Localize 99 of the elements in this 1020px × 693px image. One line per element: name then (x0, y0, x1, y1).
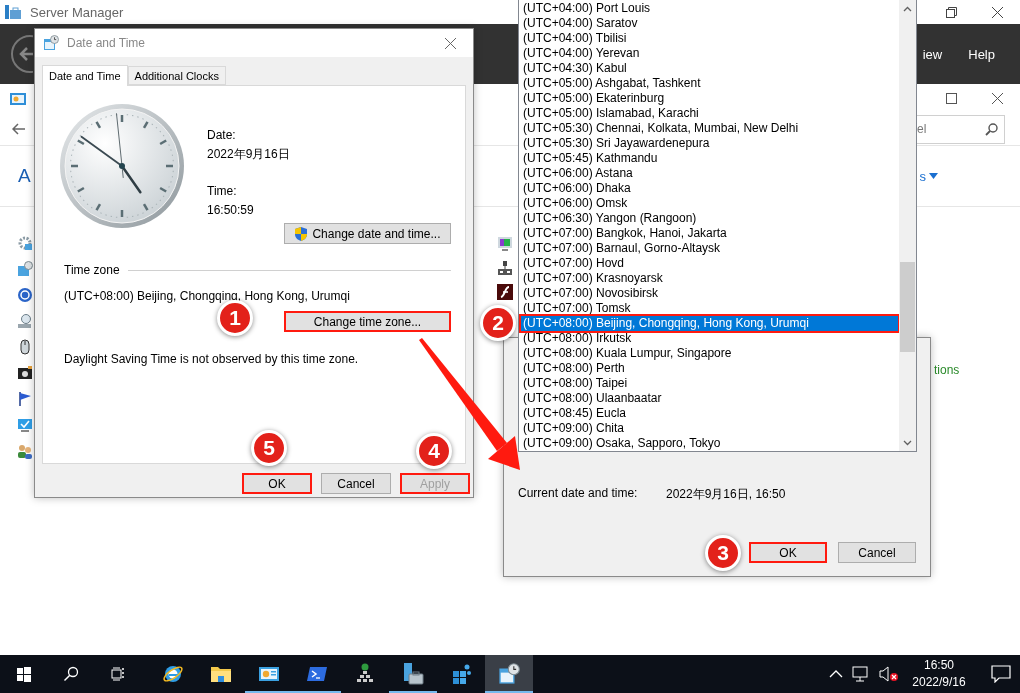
dialog-button[interactable]: OK (242, 473, 312, 494)
dialog-button[interactable]: Cancel (838, 542, 916, 563)
dialog-title: Date and Time (67, 36, 146, 50)
page-heading: A (18, 165, 31, 187)
flag-icon (17, 391, 33, 407)
task-view-icon (109, 666, 126, 682)
menu-item[interactable]: Help (955, 46, 1008, 62)
user-search-icon (17, 313, 33, 329)
dst-note: Daylight Saving Time is not observed by this time zone. (63, 351, 360, 367)
browser-e-icon (162, 663, 184, 685)
gear-icon (17, 235, 33, 251)
scrollbar-thumb[interactable] (900, 262, 915, 352)
taskbar-clock[interactable]: 16:50 2022/9/16 (908, 657, 970, 691)
current-time-value: 2022年9月16日, 16:50 (666, 486, 786, 503)
folder-icon (210, 664, 232, 684)
list-item[interactable]: (UTC+08:00) Kuala Lumpur, Singapore (521, 346, 898, 361)
close-icon[interactable] (444, 37, 456, 49)
list-item[interactable]: (UTC+06:30) Yangon (Rangoon) (521, 211, 898, 226)
control-panel-icon (258, 665, 280, 683)
list-item[interactable]: (UTC+05:00) Islamabad, Karachi (521, 106, 898, 121)
list-item[interactable]: (UTC+08:00) Ulaanbaatar (521, 391, 898, 406)
calendar-clock-icon (43, 35, 59, 51)
taskbar-button[interactable] (485, 655, 533, 693)
back-arrow-icon (12, 123, 26, 135)
list-item[interactable]: (UTC+07:00) Bangkok, Hanoi, Jakarta (521, 226, 898, 241)
list-item[interactable]: (UTC+04:00) Yerevan (521, 46, 898, 61)
list-item[interactable]: (UTC+08:45) Eucla (521, 406, 898, 421)
list-item[interactable]: (UTC+06:00) Dhaka (521, 181, 898, 196)
time-value: 16:50:59 (207, 202, 255, 218)
server-toolbox-icon (402, 662, 424, 686)
list-item[interactable]: (UTC+07:00) Tomsk (521, 301, 898, 316)
search-icon (985, 122, 998, 136)
list-item[interactable]: (UTC+04:30) Kabul (521, 61, 898, 76)
list-item[interactable]: (UTC+07:00) Novosibirsk (521, 286, 898, 301)
list-item[interactable]: (UTC+07:00) Krasnoyarsk (521, 271, 898, 286)
terminal-icon (306, 665, 328, 683)
list-item[interactable]: (UTC+08:00) Perth (521, 361, 898, 376)
list-item[interactable]: (UTC+06:00) Omsk (521, 196, 898, 211)
shield-icon (294, 225, 309, 242)
list-item[interactable]: (UTC+04:00) Port Louis (521, 1, 898, 16)
dialog-button[interactable]: Cancel (321, 473, 391, 494)
windows-logo-icon (15, 666, 32, 682)
list-item[interactable]: (UTC+08:00) Beijing, Chongqing, Hong Kong, Urumqi (521, 316, 898, 331)
camera-icon (17, 365, 33, 381)
dialog-button[interactable]: OK (749, 542, 827, 563)
notification-icon (991, 665, 1011, 683)
list-item[interactable]: (UTC+09:00) Chita (521, 421, 898, 436)
list-item[interactable]: (UTC+08:00) Irkutsk (521, 331, 898, 346)
back-button[interactable] (10, 34, 33, 74)
speaker-muted-icon (879, 666, 899, 682)
list-item[interactable]: (UTC+05:00) Ekaterinburg (521, 91, 898, 106)
menu-item[interactable]: iew (919, 46, 956, 62)
section-heading: Time zone (64, 263, 120, 277)
list-item[interactable]: (UTC+08:00) Taipei (521, 376, 898, 391)
time-label: Time: (207, 183, 238, 199)
list-item[interactable]: (UTC+04:00) Saratov (521, 16, 898, 31)
server-manager-icon (4, 4, 22, 20)
calendar-clock-icon[interactable] (498, 663, 520, 685)
list-item[interactable]: (UTC+05:30) Sri Jayawardenepura (521, 136, 898, 151)
monitor-icon (17, 417, 33, 433)
network-tree-icon (355, 663, 375, 685)
monitor-icon (497, 236, 513, 252)
cube-icon (450, 663, 472, 685)
view-link[interactable]: s (919, 168, 926, 184)
control-panel-icon (10, 91, 26, 106)
people-icon (17, 443, 33, 459)
list-item[interactable]: (UTC+06:00) Astana (521, 166, 898, 181)
chevron-down-icon (903, 439, 912, 446)
restore-icon[interactable] (945, 6, 957, 18)
tab[interactable]: Date and Time (42, 65, 128, 86)
caret-icon (929, 173, 938, 179)
chevron-up-icon (829, 670, 843, 678)
link-text[interactable]: tions (934, 363, 960, 377)
flash-icon (497, 284, 513, 300)
chevron-up-icon (903, 5, 912, 12)
network-icon (852, 666, 870, 682)
list-item[interactable]: (UTC+05:45) Kathmandu (521, 151, 898, 166)
calendar-clock-icon (17, 261, 33, 277)
close-icon[interactable] (991, 6, 1003, 18)
search-icon (62, 666, 79, 682)
window-title: Server Manager (30, 4, 124, 20)
list-item[interactable]: (UTC+05:00) Ashgabat, Tashkent (521, 76, 898, 91)
change-time-zone-button[interactable]: Change time zone... (284, 311, 451, 332)
current-time-label: Current date and time: (518, 486, 639, 502)
mouse-icon (17, 339, 33, 355)
time-zone-list[interactable] (518, 0, 917, 452)
list-item[interactable]: (UTC+05:30) Chennai, Kolkata, Mumbai, New Delhi (521, 121, 898, 136)
list-item[interactable]: (UTC+09:00) Osaka, Sapporo, Tokyo (521, 436, 898, 451)
search-field[interactable]: el (916, 114, 1005, 144)
list-item[interactable]: (UTC+07:00) Barnaul, Gorno-Altaysk (521, 241, 898, 256)
close-icon[interactable] (991, 93, 1003, 104)
list-item[interactable]: (UTC+07:00) Hovd (521, 256, 898, 271)
date-value: 2022年9月16日 (207, 146, 290, 162)
date-label: Date: (207, 127, 237, 143)
list-item[interactable]: (UTC+04:00) Tbilisi (521, 31, 898, 46)
network-icon (497, 260, 513, 276)
maximize-icon[interactable] (945, 93, 957, 104)
change-date-time-button[interactable]: Change date and time... (284, 223, 451, 244)
tab[interactable]: Additional Clocks (127, 66, 226, 85)
